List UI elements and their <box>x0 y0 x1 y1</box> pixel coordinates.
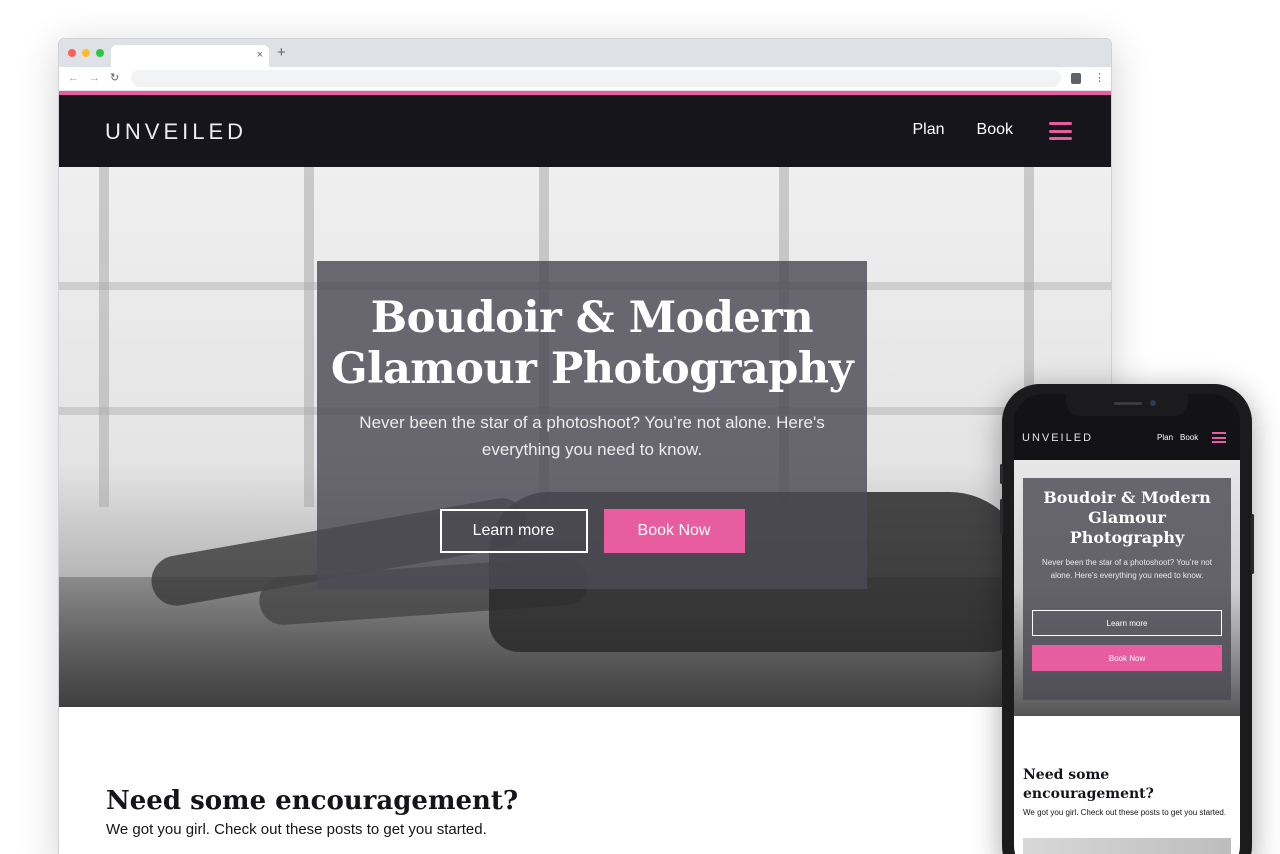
phone-screen: UNVEILED Plan Book Boudoir & Modern Glam… <box>1014 394 1240 854</box>
phone-notch <box>1066 394 1188 416</box>
camera-icon <box>1150 400 1156 406</box>
mobile-nav-link-plan[interactable]: Plan <box>1157 433 1173 442</box>
desktop-browser-window: × + ← → ↻ ⋮ UNVEILED Plan Book Boudoir &… <box>58 38 1112 854</box>
extension-icon[interactable] <box>1071 73 1081 84</box>
nav-link-book[interactable]: Book <box>977 121 1013 139</box>
browser-tab[interactable]: × <box>111 45 269 67</box>
mobile-hamburger-menu-icon[interactable] <box>1212 432 1226 443</box>
hero-overlay-box: Boudoir & Modern Glamour Photography Nev… <box>317 261 867 589</box>
nav-link-plan[interactable]: Plan <box>913 121 945 139</box>
learn-more-button[interactable]: Learn more <box>439 509 588 553</box>
encouragement-section: Need some encouragement? We got you girl… <box>59 707 1111 838</box>
browser-tab-bar: × + <box>59 39 1111 67</box>
hamburger-menu-icon[interactable] <box>1049 122 1072 140</box>
encouragement-text: We got you girl. Check out these posts t… <box>106 821 487 838</box>
forward-arrow-icon[interactable]: → <box>89 70 100 86</box>
close-window-button[interactable] <box>68 49 76 57</box>
mobile-learn-more-button[interactable]: Learn more <box>1032 610 1222 636</box>
mobile-nav-link-book[interactable]: Book <box>1180 433 1198 442</box>
mobile-nav: Plan Book <box>1157 433 1198 442</box>
mobile-page: Boudoir & Modern Glamour Photography Nev… <box>1014 460 1240 854</box>
hero-title: Boudoir & Modern Glamour Photography <box>330 293 854 394</box>
mobile-hero-subtitle: Never been the star of a photoshoot? You… <box>1042 558 1212 580</box>
address-bar[interactable] <box>131 70 1061 87</box>
maximize-window-button[interactable] <box>96 49 104 57</box>
mobile-encouragement-text: We got you girl. Check out these posts t… <box>1023 808 1227 817</box>
mobile-hero-title: Boudoir & Modern Glamour Photography <box>1043 488 1211 547</box>
browser-menu-icon[interactable]: ⋮ <box>1094 70 1105 86</box>
mockup-stage: × + ← → ↻ ⋮ UNVEILED Plan Book Boudoir &… <box>0 0 1280 854</box>
mobile-phone-mockup: UNVEILED Plan Book Boudoir & Modern Glam… <box>1000 384 1254 854</box>
mobile-encouragement-heading: Need some encouragement? <box>1023 767 1154 802</box>
site-logo[interactable]: UNVEILED <box>105 119 247 145</box>
browser-toolbar: ← → ↻ ⋮ <box>59 67 1111 91</box>
reload-icon[interactable]: ↻ <box>110 70 119 86</box>
minimize-window-button[interactable] <box>82 49 90 57</box>
mobile-encouragement-section: Need some encouragement? We got you girl… <box>1023 766 1233 819</box>
main-nav: Plan Book <box>913 121 1014 139</box>
hero-section: Boudoir & Modern Glamour Photography Nev… <box>59 167 1111 707</box>
window-controls <box>68 49 104 57</box>
mobile-hero-overlay-box: Boudoir & Modern Glamour Photography Nev… <box>1023 478 1231 700</box>
mobile-book-now-button[interactable]: Book Now <box>1032 645 1222 671</box>
hero-subtitle: Never been the star of a photoshoot? You… <box>359 413 825 459</box>
mobile-site-header: UNVEILED Plan Book <box>1014 420 1240 460</box>
new-tab-icon[interactable]: + <box>277 44 286 62</box>
book-now-button[interactable]: Book Now <box>603 509 745 553</box>
mobile-site-logo[interactable]: UNVEILED <box>1022 432 1093 444</box>
mobile-post-thumbnail[interactable] <box>1023 838 1231 854</box>
hero-buttons: Learn more Book Now <box>317 509 867 553</box>
back-arrow-icon[interactable]: ← <box>68 70 79 86</box>
encouragement-heading: Need some encouragement? <box>106 786 519 816</box>
site-header: UNVEILED Plan Book <box>59 95 1111 167</box>
close-tab-icon[interactable]: × <box>257 48 263 62</box>
mobile-hero-section: Boudoir & Modern Glamour Photography Nev… <box>1014 460 1240 716</box>
